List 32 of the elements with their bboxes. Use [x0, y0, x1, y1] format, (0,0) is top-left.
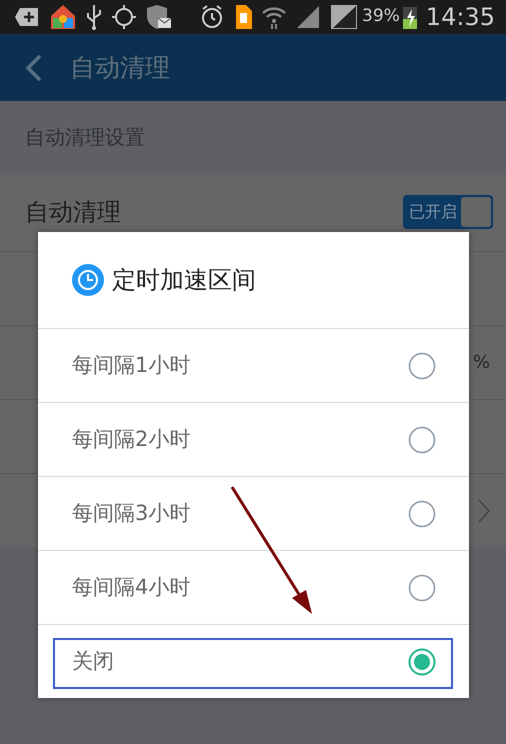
radio-unchecked-icon	[408, 426, 436, 454]
shield-mail-icon	[146, 4, 172, 30]
gps-icon	[112, 5, 136, 29]
signal-icon	[296, 6, 320, 28]
setting-label: 自动清理	[25, 197, 121, 228]
usb-icon	[86, 4, 102, 30]
clock-icon	[72, 264, 104, 296]
home-gear-icon	[50, 4, 76, 30]
page-title: 自动清理	[70, 52, 170, 84]
dialog-title: 定时加速区间	[112, 265, 256, 296]
radio-unchecked-icon	[408, 500, 436, 528]
toggle-switch[interactable]: 已开启	[403, 195, 493, 229]
battery-charging-icon	[402, 4, 418, 30]
battery-percent: 39%	[362, 5, 400, 28]
back-icon[interactable]	[24, 54, 44, 82]
setting-value: %	[472, 351, 490, 375]
toggle-label: 已开启	[408, 201, 458, 223]
radio-unchecked-icon	[408, 352, 436, 380]
alarm-icon	[200, 5, 224, 29]
radio-checked-icon	[408, 648, 436, 676]
radio-option[interactable]: 每间隔2小时	[38, 402, 469, 476]
clock-time: 14:35	[426, 2, 495, 33]
radio-unchecked-icon	[408, 574, 436, 602]
radio-option[interactable]: 每间隔1小时	[38, 328, 469, 402]
add-icon	[14, 7, 40, 27]
sim-card-icon	[234, 5, 252, 29]
radio-option[interactable]: 关闭	[38, 624, 469, 698]
wifi-icon	[262, 5, 286, 29]
signal-icon	[330, 4, 358, 30]
radio-option[interactable]: 每间隔3小时	[38, 476, 469, 550]
chevron-right-icon	[478, 498, 490, 522]
toggle-knob	[461, 197, 491, 227]
